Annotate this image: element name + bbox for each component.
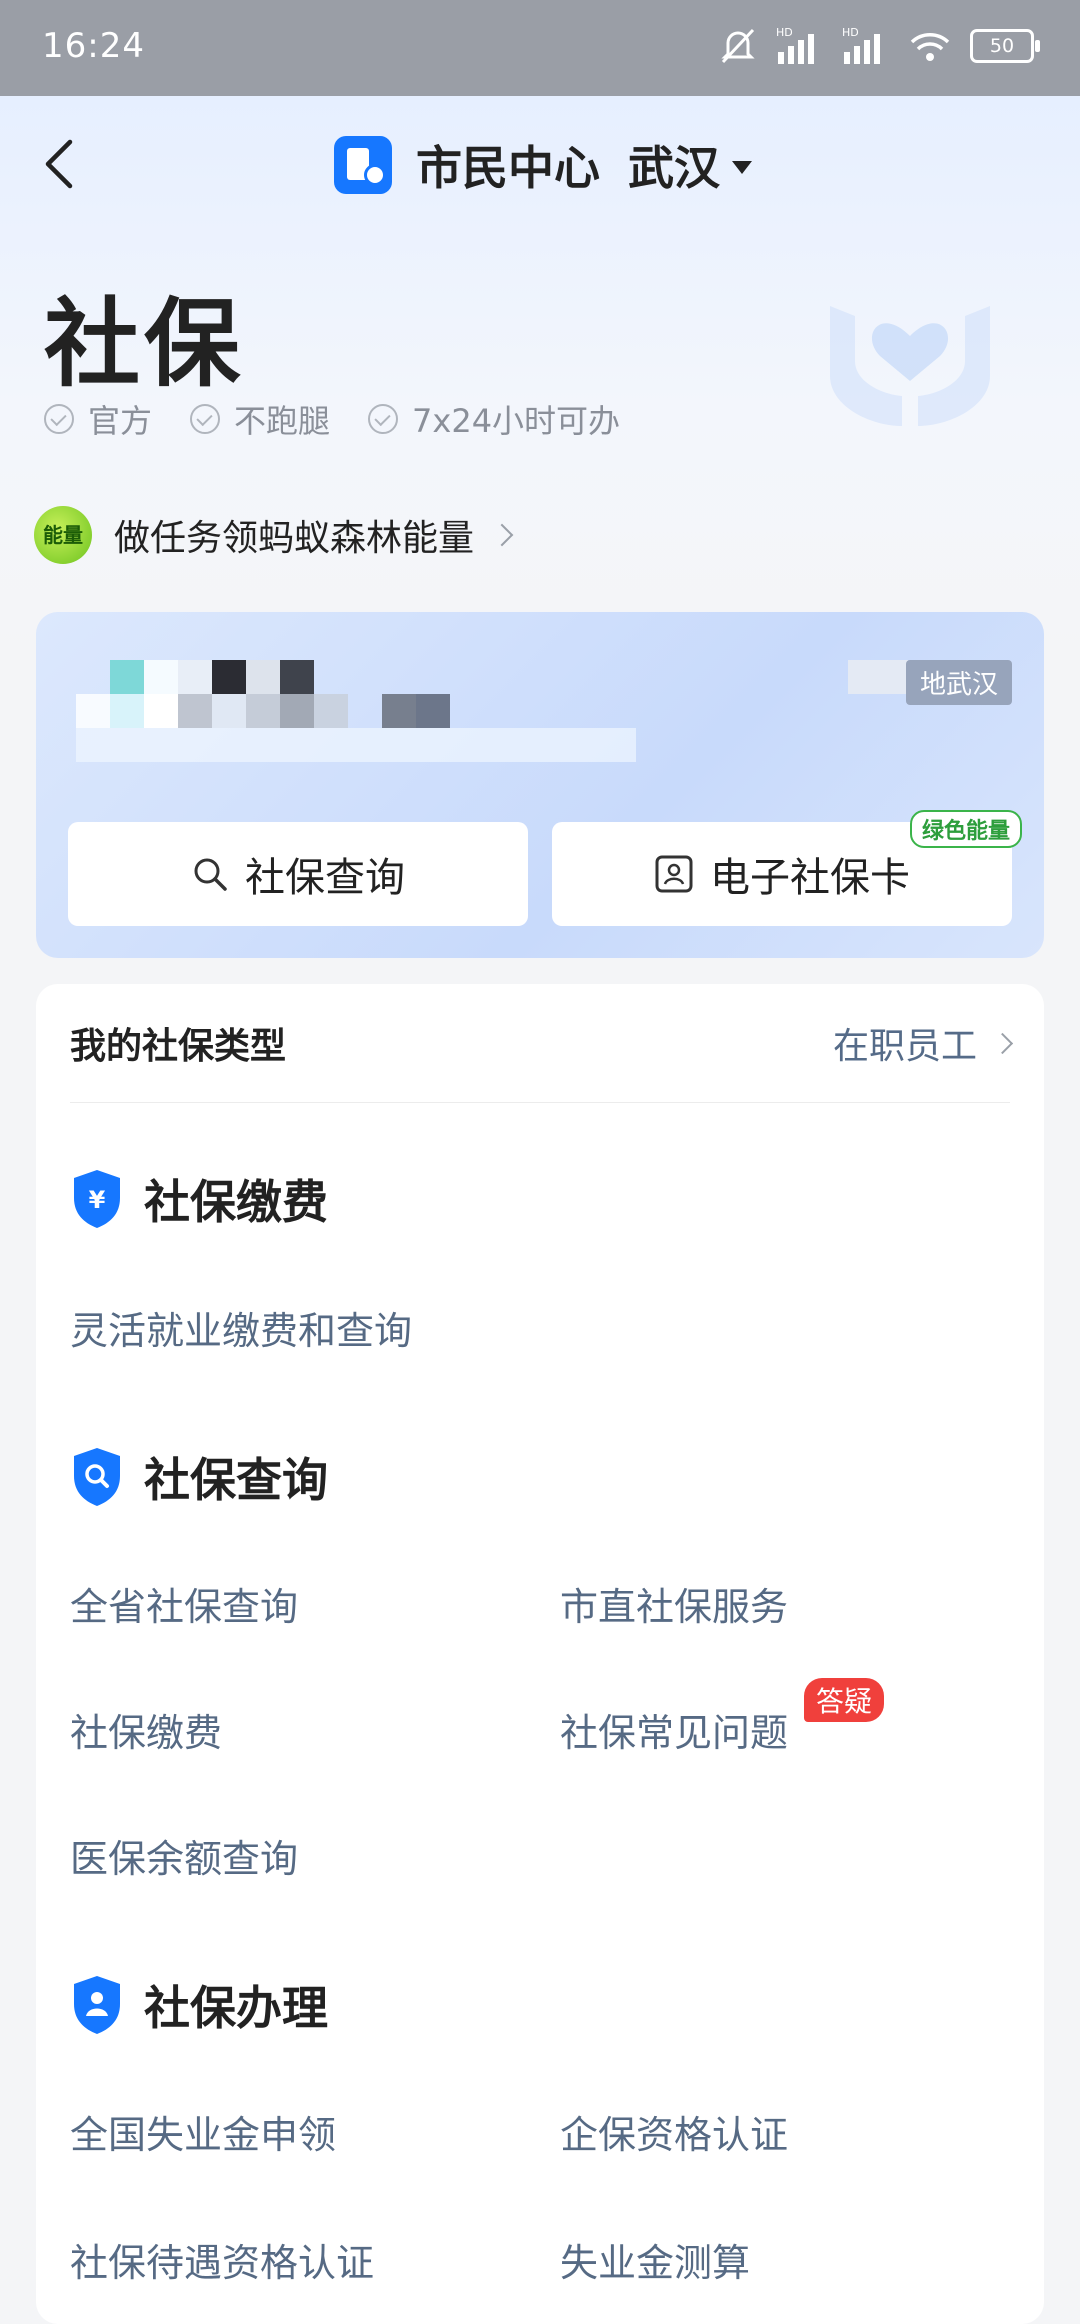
section-title: 社保缴费	[144, 1175, 328, 1229]
citizen-center-logo	[334, 136, 392, 194]
svg-text:HD: HD	[842, 26, 859, 39]
heart-hands-icon	[830, 306, 990, 426]
nav-title: 市民中心	[416, 141, 600, 195]
social-security-card: 地武汉 社保查询 电子社保卡 绿色能量	[36, 612, 1044, 958]
badge-no-trip: 不跑腿	[190, 396, 330, 442]
id-card-icon	[655, 855, 693, 893]
signal-hd-icon: HD	[776, 26, 814, 64]
service-item[interactable]: 灵活就业缴费和查询	[70, 1300, 412, 1355]
status-time: 16:24	[42, 26, 145, 66]
green-energy-badge: 绿色能量	[909, 810, 1022, 848]
service-item[interactable]: 全省社保查询	[70, 1576, 298, 1631]
insurance-type-value: 在职员工	[832, 1017, 1014, 1069]
service-item[interactable]: 社保常见问题	[560, 1702, 788, 1757]
section-handle: 社保办理	[70, 1972, 328, 2038]
insurance-type-label: 我的社保类型	[70, 1026, 287, 1067]
badge-24h: 7x24小时可办	[368, 396, 620, 442]
city-switcher[interactable]: 市民中心 武汉	[334, 132, 752, 198]
service-item[interactable]: 企保资格认证	[560, 2104, 788, 2159]
check-circle-icon	[368, 404, 399, 434]
service-item[interactable]: 社保缴费	[70, 1702, 222, 1757]
service-item[interactable]: 市直社保服务	[560, 1576, 788, 1631]
hero-section: 市民中心 武汉 社保 官方 不跑腿 7x24小时可办 能量 做任务领蚂蚁森林能量	[0, 96, 1080, 656]
search-shield-icon	[74, 1448, 120, 1506]
section-query: 社保查询	[70, 1444, 328, 1510]
mute-bell-icon	[721, 28, 755, 64]
energy-ball-icon: 能量	[34, 506, 92, 564]
caret-down-icon	[732, 160, 752, 174]
redacted-user-info	[48, 646, 648, 846]
services-panel: 我的社保类型 在职员工 ¥ 社保缴费 灵活就业缴费和查询 社保查询 全省社保查询…	[36, 984, 1044, 2324]
section-title: 社保查询	[144, 1453, 328, 1507]
chevron-right-icon	[490, 523, 514, 547]
insurance-type-text: 在职员工	[832, 1026, 977, 1067]
search-icon	[194, 858, 227, 891]
svg-text:HD: HD	[776, 26, 793, 39]
service-item[interactable]: 全国失业金申领	[70, 2104, 336, 2159]
section-title: 社保办理	[144, 1981, 328, 2035]
redacted-block	[848, 660, 908, 694]
social-security-query-button[interactable]: 社保查询	[68, 822, 528, 926]
check-circle-icon	[44, 404, 74, 434]
badge-label: 不跑腿	[234, 402, 331, 440]
svg-text:¥: ¥	[89, 1186, 106, 1214]
service-item[interactable]: 社保待遇资格认证	[70, 2232, 374, 2287]
badge-label: 7x24小时可办	[412, 402, 621, 440]
service-item[interactable]: 医保余额查询	[70, 1828, 298, 1883]
badge-official: 官方	[44, 396, 152, 442]
wifi-icon	[910, 33, 950, 61]
back-arrow-icon[interactable]	[38, 134, 82, 194]
badge-label: 官方	[88, 402, 153, 440]
page-title: 社保	[44, 288, 244, 400]
faq-hot-badge: 答疑	[804, 1678, 885, 1722]
trust-badges: 官方 不跑腿 7x24小时可办	[44, 396, 620, 442]
person-shield-icon	[74, 1976, 120, 2034]
section-payment: ¥ 社保缴费	[70, 1166, 328, 1232]
nav-city: 武汉	[628, 141, 720, 195]
check-circle-icon	[190, 404, 221, 434]
service-item[interactable]: 失业金测算	[560, 2232, 750, 2287]
chevron-right-icon	[991, 1032, 1014, 1054]
status-bar: 16:24 HD HD 50	[0, 0, 1080, 96]
battery-icon: 50	[970, 29, 1040, 63]
status-icons: HD HD 50	[718, 24, 1040, 68]
card-button-label: 电子社保卡	[710, 855, 910, 901]
energy-task-link[interactable]: 能量 做任务领蚂蚁森林能量	[34, 506, 514, 564]
yuan-shield-icon: ¥	[74, 1170, 120, 1228]
insurance-type-row[interactable]: 我的社保类型 在职员工	[70, 984, 1014, 1103]
energy-task-text: 做任务领蚂蚁森林能量	[114, 518, 475, 559]
city-tag: 地武汉	[905, 660, 1012, 705]
signal-hd-icon-2: HD	[842, 26, 880, 64]
query-button-label: 社保查询	[245, 855, 405, 901]
